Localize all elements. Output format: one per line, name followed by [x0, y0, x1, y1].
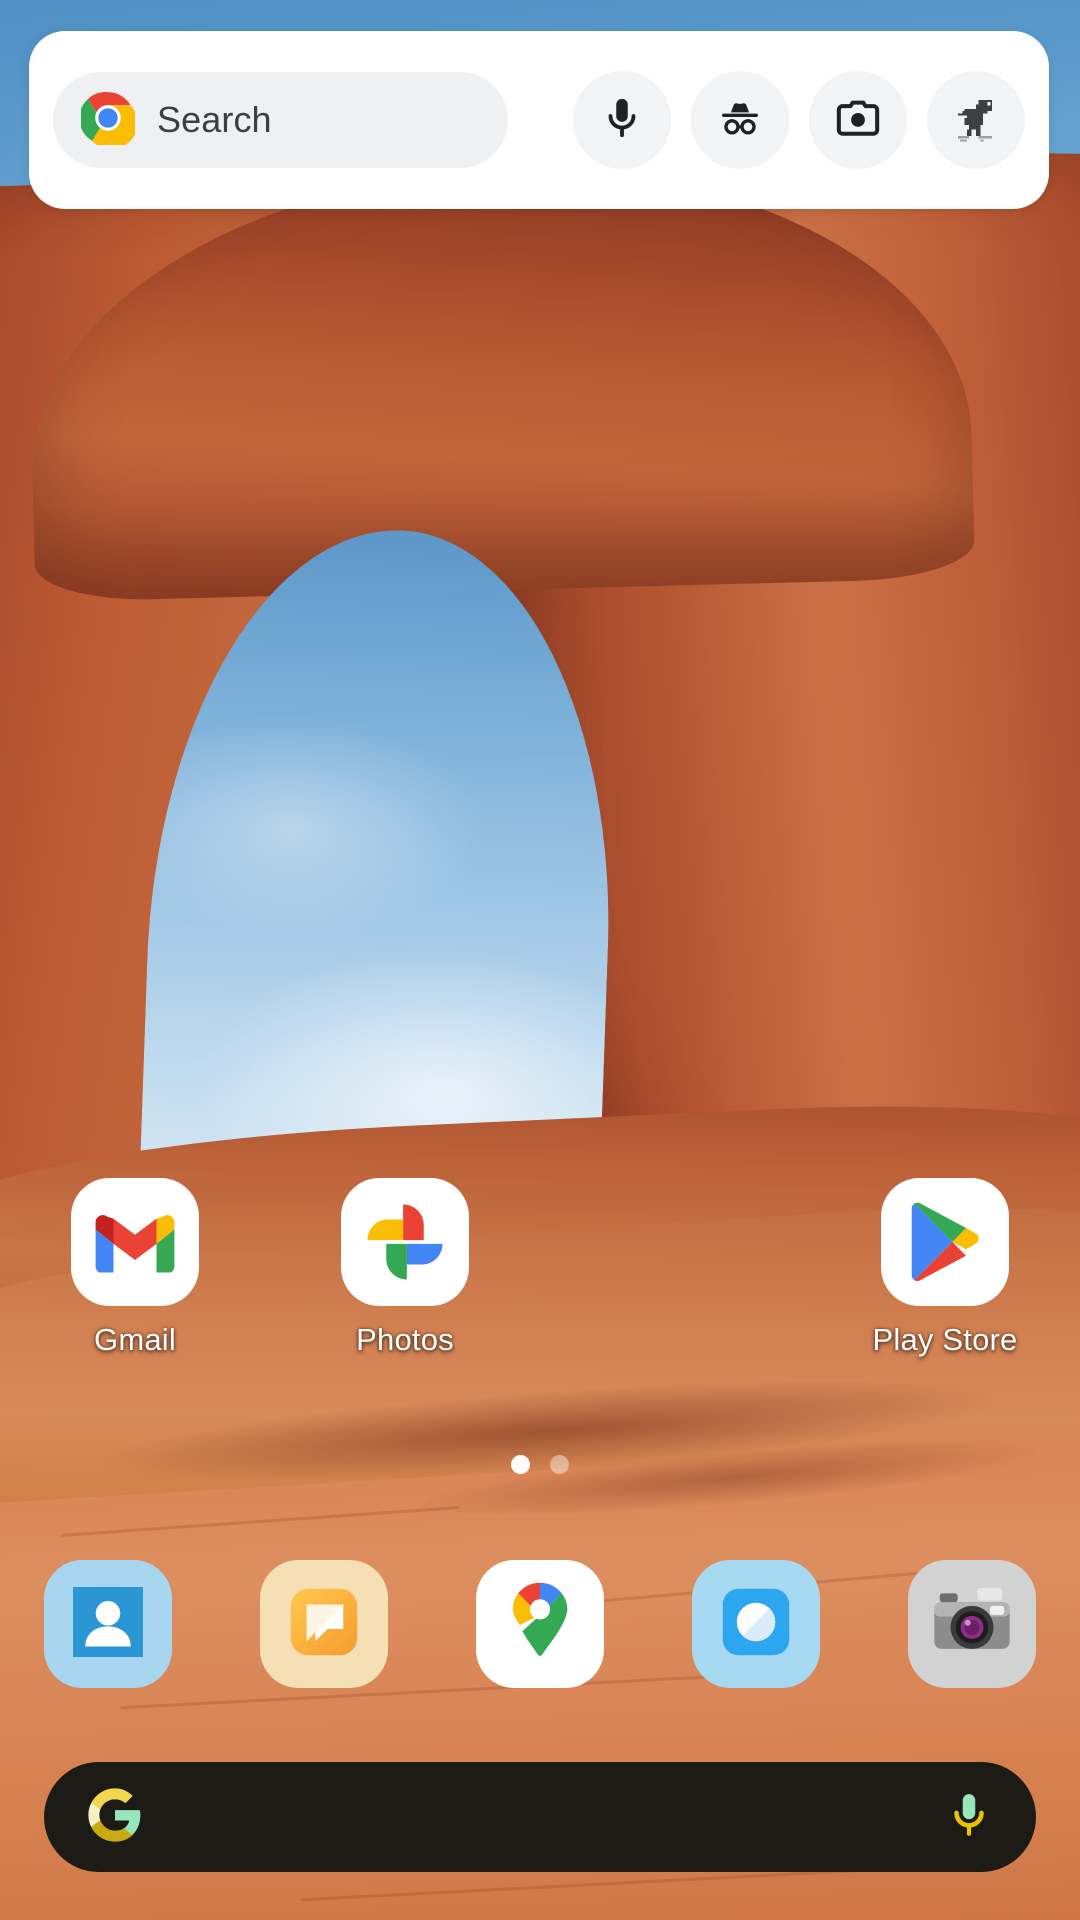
gmail-icon	[71, 1178, 199, 1306]
app-icon-photos[interactable]: Photos	[270, 1178, 540, 1358]
search-input[interactable]: Search	[53, 72, 508, 168]
playstore-icon	[881, 1178, 1009, 1306]
camera-icon	[835, 95, 881, 146]
empty-icon	[611, 1178, 739, 1306]
dock-app-browser[interactable]	[692, 1560, 820, 1688]
incognito-icon	[716, 94, 764, 147]
search-placeholder: Search	[157, 99, 272, 140]
app-icon-play-store[interactable]: Play Store	[810, 1178, 1080, 1358]
dinosaur-icon	[951, 93, 1001, 148]
dock-app-contacts[interactable]	[44, 1560, 172, 1688]
microphone-icon	[599, 95, 645, 146]
incognito-button[interactable]	[691, 71, 789, 169]
maps-icon	[499, 1581, 581, 1668]
app-label: Gmail	[94, 1322, 176, 1357]
app-grid-empty-slot	[540, 1178, 810, 1322]
page-dot-1[interactable]	[511, 1455, 530, 1474]
page-indicator	[0, 1455, 1080, 1474]
photos-icon	[341, 1178, 469, 1306]
home-screen-dock	[0, 1560, 1080, 1688]
contacts-icon	[66, 1580, 150, 1669]
dock-app-messages[interactable]	[260, 1560, 388, 1688]
app-label: Photos	[356, 1322, 454, 1357]
app-icon-gmail[interactable]: Gmail	[0, 1178, 270, 1358]
google-g-icon	[86, 1786, 144, 1849]
browser-icon	[714, 1580, 798, 1669]
dino-game-button[interactable]	[927, 71, 1025, 169]
page-dot-2[interactable]	[550, 1455, 569, 1474]
home-screen-app-grid: Gmail Photos Play Store	[0, 1178, 1080, 1358]
chrome-search-widget[interactable]: Search	[29, 31, 1049, 209]
lens-button[interactable]	[809, 71, 907, 169]
camera-app-icon	[929, 1579, 1015, 1670]
messages-icon	[282, 1580, 366, 1669]
dock-app-camera[interactable]	[908, 1560, 1036, 1688]
google-search-bar[interactable]	[44, 1762, 1036, 1872]
voice-search-button[interactable]	[573, 71, 671, 169]
dock-app-maps[interactable]	[476, 1560, 604, 1688]
microphone-icon[interactable]	[944, 1790, 994, 1845]
chrome-icon	[79, 91, 138, 150]
app-label: Play Store	[872, 1322, 1018, 1357]
